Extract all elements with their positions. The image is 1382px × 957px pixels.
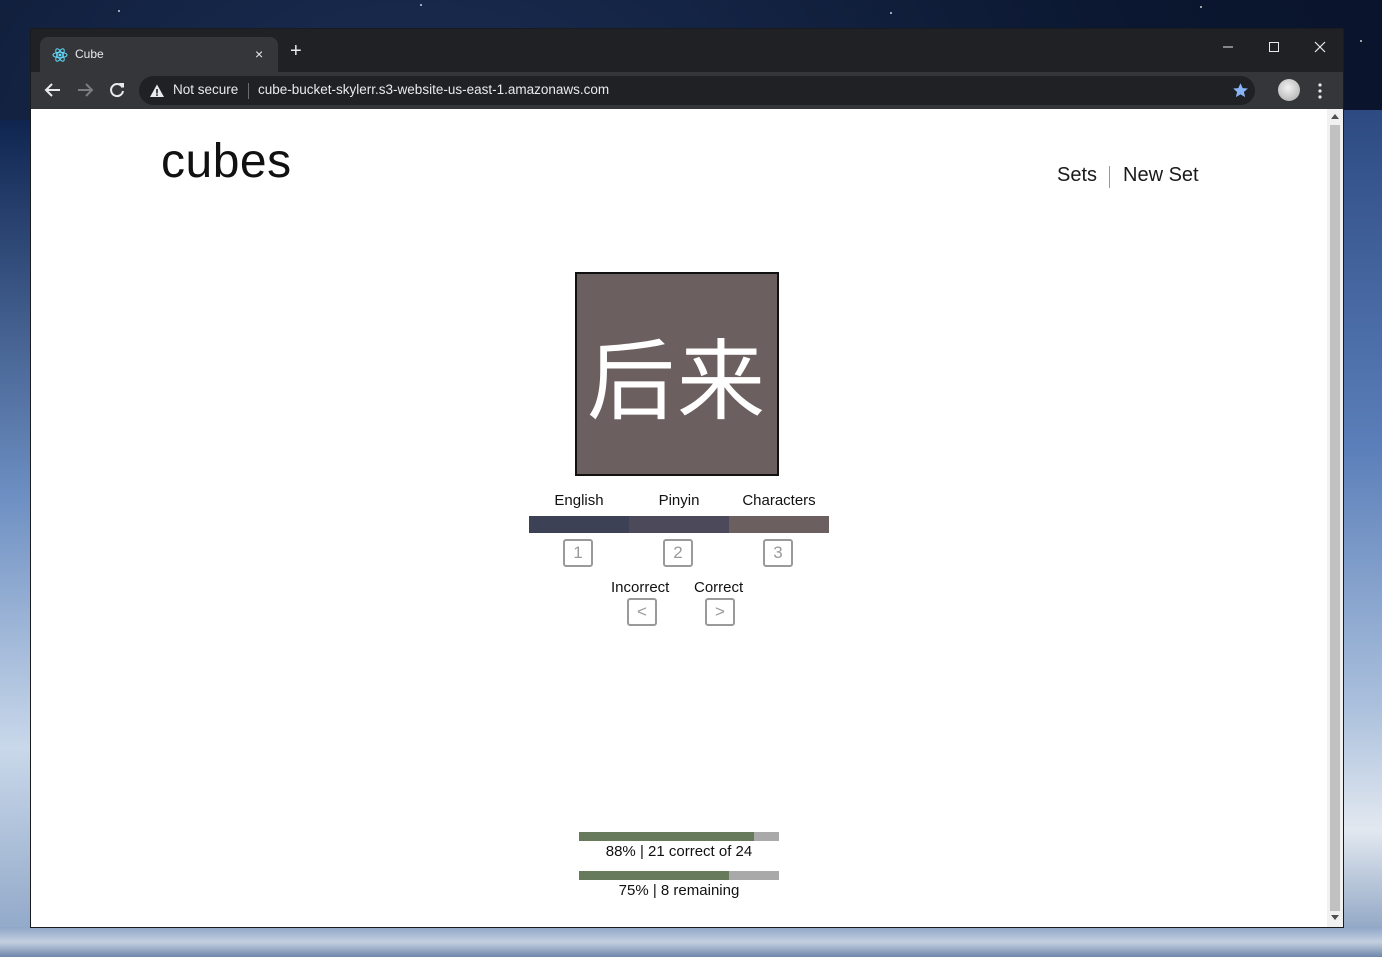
address-divider — [248, 83, 249, 99]
react-atom-icon — [52, 48, 68, 62]
star — [1200, 6, 1202, 8]
bookmark-star-icon[interactable] — [1232, 82, 1249, 99]
desktop-wallpaper-left — [0, 120, 31, 957]
completion-progress-text: 75% | 8 remaining — [618, 882, 740, 899]
nav-link-sets[interactable]: Sets — [1057, 164, 1097, 187]
back-arrow-icon[interactable] — [43, 80, 63, 100]
key-hint-1[interactable]: 1 — [563, 539, 593, 567]
completion-progress-fill — [579, 871, 729, 880]
browser-window: Cube × + Not secure cube-bucket-skylerr.… — [31, 29, 1343, 927]
scroll-down-arrow-icon[interactable] — [1331, 915, 1339, 920]
browser-toolbar: Not secure cube-bucket-skylerr.s3-websit… — [31, 72, 1343, 109]
scrollbar-thumb[interactable] — [1330, 125, 1340, 911]
face-label-pinyin[interactable]: Pinyin — [629, 492, 729, 509]
page-viewport: cubes Sets New Set 后来 English Pinyin Cha… — [31, 109, 1327, 927]
accuracy-progress-fill — [579, 832, 754, 841]
accuracy-progress-track — [579, 832, 779, 841]
star — [420, 4, 422, 6]
face-bar-pinyin[interactable] — [629, 516, 729, 533]
new-tab-button[interactable]: + — [290, 41, 302, 61]
key-hint-2[interactable]: 2 — [663, 539, 693, 567]
window-close-icon[interactable] — [1306, 37, 1334, 57]
kebab-menu-icon[interactable] — [1317, 81, 1323, 101]
url-text[interactable]: cube-bucket-skylerr.s3-website-us-east-1… — [258, 82, 609, 97]
forward-arrow-icon[interactable] — [75, 80, 95, 100]
accuracy-progress-text: 88% | 21 correct of 24 — [605, 843, 753, 860]
star — [1360, 40, 1362, 42]
correct-button[interactable]: > — [705, 598, 735, 626]
key-hint-3[interactable]: 3 — [763, 539, 793, 567]
tab-title: Cube — [75, 47, 104, 61]
incorrect-button[interactable]: < — [627, 598, 657, 626]
site-logo[interactable]: cubes — [161, 134, 292, 189]
warning-triangle-icon — [150, 84, 164, 97]
star — [118, 10, 120, 12]
nav-divider — [1109, 166, 1110, 188]
maximize-icon[interactable] — [1260, 37, 1288, 57]
face-label-english[interactable]: English — [529, 492, 629, 509]
flashcard[interactable]: 后来 — [575, 272, 779, 476]
face-bar-characters[interactable] — [729, 516, 829, 533]
face-bar-english[interactable] — [529, 516, 629, 533]
completion-progress-track — [579, 871, 779, 880]
star — [890, 12, 892, 14]
reload-icon[interactable] — [107, 80, 127, 100]
tab-strip: Cube × + — [31, 29, 1343, 72]
nav-link-new-set[interactable]: New Set — [1123, 164, 1199, 187]
incorrect-label[interactable]: Incorrect — [611, 579, 669, 596]
close-icon[interactable]: × — [255, 46, 263, 62]
tab-cube[interactable]: Cube × — [40, 37, 278, 72]
vertical-scrollbar[interactable] — [1327, 109, 1343, 927]
security-status[interactable]: Not secure — [173, 82, 238, 97]
desktop-wallpaper-right — [1343, 110, 1382, 957]
face-label-characters[interactable]: Characters — [729, 492, 829, 509]
address-bar[interactable]: Not secure cube-bucket-skylerr.s3-websit… — [139, 76, 1255, 105]
scroll-up-arrow-icon[interactable] — [1331, 114, 1339, 119]
flashcard-text: 后来 — [586, 329, 767, 433]
minimize-icon[interactable] — [1214, 37, 1242, 57]
correct-label[interactable]: Correct — [694, 579, 743, 596]
profile-avatar[interactable] — [1278, 79, 1300, 101]
desktop-wallpaper-bottom — [0, 927, 1382, 957]
